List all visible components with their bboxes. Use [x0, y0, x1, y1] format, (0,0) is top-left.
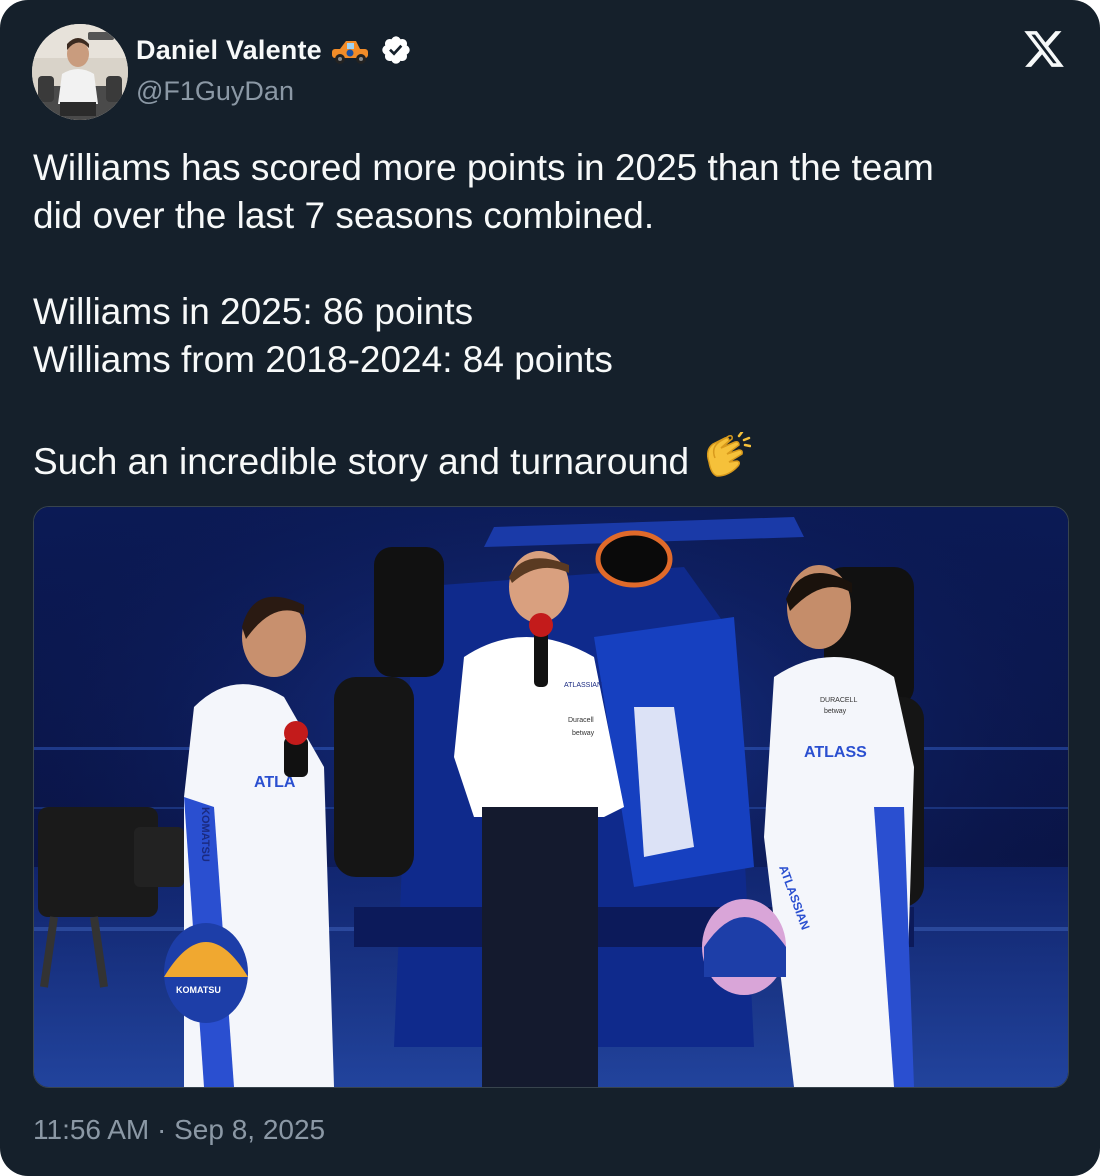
- williams-racing-launch-photo: ATLA KOMATSU KOMATSU ATLASSIAN Duracell …: [34, 507, 1068, 1087]
- x-logo-icon[interactable]: [1022, 27, 1066, 71]
- svg-text:betway: betway: [572, 730, 595, 737]
- author-handle[interactable]: @F1GuyDan: [136, 76, 294, 107]
- tweet-line-4: Williams from 2018-2024: 84 points: [33, 339, 613, 380]
- tweet-text: Williams has scored more points in 2025 …: [33, 144, 1073, 486]
- avatar[interactable]: [32, 24, 128, 120]
- svg-text:KOMATSU: KOMATSU: [199, 807, 211, 862]
- tweet-card: Daniel Valente @F1GuyDan Williams has sc…: [0, 0, 1100, 1176]
- tweet-line-1: Williams has scored more points in 2025 …: [33, 147, 934, 188]
- svg-text:Duracell: Duracell: [568, 717, 594, 724]
- tweet-line-3: Williams in 2025: 86 points: [33, 291, 474, 332]
- svg-text:ATLASS: ATLASS: [804, 744, 867, 761]
- tweet-media[interactable]: ATLA KOMATSU KOMATSU ATLASSIAN Duracell …: [33, 506, 1069, 1088]
- tweet-line-5-row: Such an incredible story and turnaround: [33, 432, 1073, 486]
- clapping-hands-emoji-icon: [707, 432, 752, 477]
- profile-photo: [32, 24, 128, 120]
- svg-text:DURACELL: DURACELL: [820, 697, 857, 704]
- tweet-timestamp[interactable]: 11:56 AM · Sep 8, 2025: [33, 1114, 325, 1146]
- svg-text:KOMATSU: KOMATSU: [176, 985, 221, 995]
- svg-text:ATLASSIAN: ATLASSIAN: [564, 682, 602, 689]
- author-name-row: Daniel Valente: [136, 30, 412, 70]
- race-car-emoji-icon: [331, 41, 368, 64]
- display-name[interactable]: Daniel Valente: [136, 35, 322, 66]
- tweet-line-5: Such an incredible story and turnaround: [33, 441, 690, 482]
- verified-badge-icon: [382, 36, 410, 64]
- svg-text:betway: betway: [824, 708, 847, 715]
- tweet-line-2: did over the last 7 seasons combined.: [33, 195, 655, 236]
